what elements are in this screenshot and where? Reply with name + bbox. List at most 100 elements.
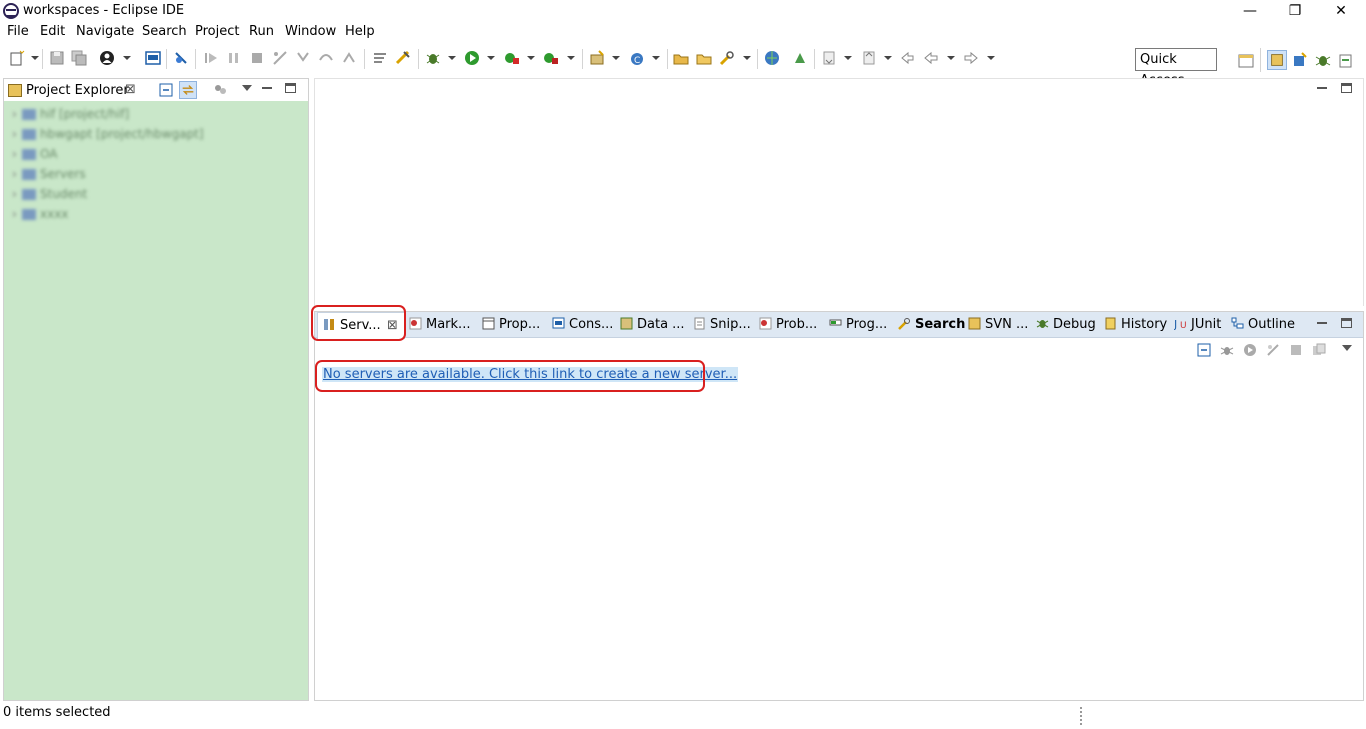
menu-project[interactable]: Project <box>195 24 239 39</box>
link-with-editor-icon[interactable] <box>179 81 197 99</box>
maximize-view-icon[interactable] <box>1341 318 1352 328</box>
new-dropdown-icon[interactable] <box>31 56 39 60</box>
debug-icon[interactable] <box>425 50 441 66</box>
skip-breakpoints-icon[interactable] <box>173 50 189 66</box>
external-tools-dropdown-icon[interactable] <box>567 56 575 60</box>
debug-server-icon[interactable] <box>1220 343 1234 357</box>
tab-console[interactable]: Cons... <box>552 312 613 338</box>
quick-access-field[interactable]: Quick Access <box>1135 48 1217 88</box>
tab-markers[interactable]: Mark... <box>409 312 470 338</box>
tab-junit[interactable]: J U JUnit <box>1174 312 1221 338</box>
use-step-filters-icon[interactable] <box>372 50 388 66</box>
java-ee-perspective-icon[interactable] <box>1267 50 1287 70</box>
svn-perspective-icon[interactable] <box>1336 50 1356 70</box>
tab-problems[interactable]: Prob... <box>759 312 817 338</box>
minimize-editor-icon[interactable] <box>1317 87 1327 89</box>
tree-item[interactable]: › xxxx <box>12 207 68 227</box>
tab-svn[interactable]: SVN ... <box>968 312 1028 338</box>
tab-history[interactable]: History <box>1104 312 1167 338</box>
menu-edit[interactable]: Edit <box>40 24 65 39</box>
next-annotation-icon[interactable] <box>821 50 837 66</box>
close-icon[interactable]: ⊠ <box>125 82 136 97</box>
view-menu-icon[interactable] <box>1342 345 1352 351</box>
suspend-icon[interactable] <box>226 50 242 66</box>
tree-item[interactable]: › hbwgapt [project/hbwgapt] <box>12 127 204 147</box>
publish-icon[interactable] <box>1312 343 1326 357</box>
forward-dropdown-icon[interactable] <box>987 56 995 60</box>
save-all-icon[interactable] <box>71 50 87 66</box>
new-class-dropdown-icon[interactable] <box>652 56 660 60</box>
close-button[interactable]: ✕ <box>1318 0 1364 22</box>
tab-snippets[interactable]: Snip... <box>693 312 751 338</box>
save-icon[interactable] <box>49 50 65 66</box>
maximize-view-icon[interactable] <box>285 83 296 93</box>
build-icon[interactable] <box>395 50 411 66</box>
forward-icon[interactable] <box>963 50 979 66</box>
minimize-button[interactable]: — <box>1227 0 1273 22</box>
highlight-servers-tab <box>311 305 406 341</box>
account-icon[interactable] <box>99 50 115 66</box>
tab-properties[interactable]: Prop... <box>482 312 540 338</box>
menu-navigate[interactable]: Navigate <box>76 24 134 39</box>
run-dropdown-icon[interactable] <box>487 56 495 60</box>
prev-annotation-dropdown-icon[interactable] <box>884 56 892 60</box>
tree-item[interactable]: › Servers <box>12 167 86 187</box>
java-perspective-icon[interactable] <box>1290 50 1310 70</box>
step-return-icon[interactable] <box>341 50 357 66</box>
project-explorer-tab[interactable]: Project Explorer <box>26 83 129 98</box>
collapse-all-icon[interactable] <box>159 83 173 97</box>
start-server-icon[interactable] <box>1243 343 1257 357</box>
terminate-icon[interactable] <box>249 50 265 66</box>
search-toolbar-icon[interactable] <box>719 50 735 66</box>
maximize-editor-icon[interactable] <box>1341 83 1352 93</box>
svn-update-icon[interactable] <box>792 50 808 66</box>
open-type-icon[interactable] <box>673 50 689 66</box>
view-menu-icon[interactable] <box>242 85 252 91</box>
menu-run[interactable]: Run <box>249 24 274 39</box>
collapse-all-icon[interactable] <box>1197 343 1211 357</box>
search-dropdown-icon[interactable] <box>743 56 751 60</box>
debug-perspective-icon[interactable] <box>1313 50 1333 70</box>
web-browser-icon[interactable] <box>764 50 780 66</box>
minimize-view-icon[interactable] <box>262 87 272 89</box>
step-over-icon[interactable] <box>318 50 334 66</box>
coverage-dropdown-icon[interactable] <box>527 56 535 60</box>
last-edit-icon[interactable] <box>899 50 915 66</box>
tab-search[interactable]: Search <box>898 312 965 338</box>
step-into-icon[interactable] <box>295 50 311 66</box>
tree-item[interactable]: › hif [project/hif] <box>12 107 129 127</box>
next-annotation-dropdown-icon[interactable] <box>844 56 852 60</box>
stop-server-icon[interactable] <box>1289 343 1303 357</box>
tree-item[interactable]: › Student <box>12 187 87 207</box>
minimize-view-icon[interactable] <box>1317 322 1327 324</box>
tree-item[interactable]: › OA <box>12 147 57 167</box>
menu-help[interactable]: Help <box>345 24 375 39</box>
new-icon[interactable] <box>9 50 25 66</box>
tab-data-source[interactable]: Data ... <box>620 312 685 338</box>
coverage-icon[interactable] <box>504 50 520 66</box>
profile-server-icon[interactable] <box>1266 343 1280 357</box>
menu-window[interactable]: Window <box>285 24 336 39</box>
run-icon[interactable] <box>464 50 480 66</box>
menu-file[interactable]: File <box>7 24 29 39</box>
external-tools-icon[interactable] <box>543 50 559 66</box>
filter-icon[interactable] <box>213 83 227 97</box>
new-java-project-icon[interactable] <box>589 50 605 66</box>
account-dropdown-icon[interactable] <box>123 56 131 60</box>
tab-debug[interactable]: Debug <box>1036 312 1096 338</box>
new-java-dropdown-icon[interactable] <box>612 56 620 60</box>
new-class-icon[interactable]: C <box>629 50 645 66</box>
disconnect-icon[interactable] <box>272 50 288 66</box>
back-icon[interactable] <box>923 50 939 66</box>
tab-outline[interactable]: Outline <box>1231 312 1295 338</box>
menu-search[interactable]: Search <box>142 24 187 39</box>
prev-annotation-icon[interactable] <box>861 50 877 66</box>
debug-dropdown-icon[interactable] <box>448 56 456 60</box>
open-task-icon[interactable] <box>696 50 712 66</box>
open-perspective-icon[interactable] <box>1236 50 1256 70</box>
tab-progress[interactable]: Prog... <box>829 312 887 338</box>
open-console-icon[interactable] <box>145 50 161 66</box>
back-dropdown-icon[interactable] <box>947 56 955 60</box>
resume-icon[interactable] <box>203 50 219 66</box>
restore-button[interactable]: ❐ <box>1272 0 1318 22</box>
